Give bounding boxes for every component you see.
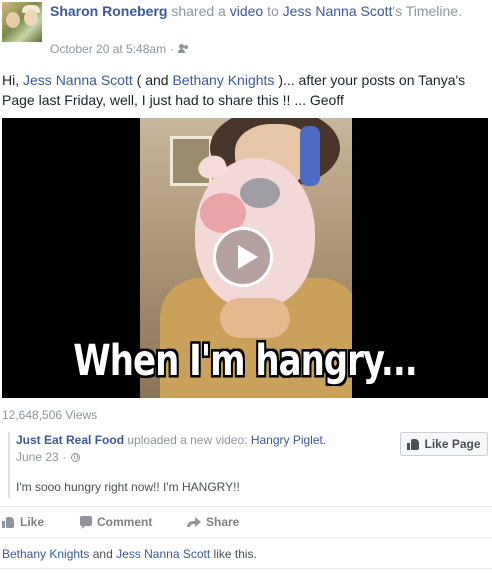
like-label: Like	[20, 515, 45, 529]
likes-summary: Bethany Knights and Jess Nanna Scott lik…	[2, 547, 257, 561]
likes-text: and	[92, 547, 113, 561]
message-greeting: Hi,	[2, 72, 20, 88]
attachment-date-link[interactable]: June 23	[16, 450, 59, 464]
action-text: shared a	[171, 3, 226, 19]
shared-attachment: Just Eat Real Food uploaded a new video:…	[8, 432, 492, 498]
like-button[interactable]: Like	[2, 515, 44, 529]
video-player[interactable]: When I'm hangry...	[2, 118, 488, 398]
likes-text: like this.	[213, 547, 257, 561]
uploaded-text: uploaded a new video:	[127, 433, 248, 447]
liker-link[interactable]: Bethany Knights	[2, 547, 89, 561]
divider	[0, 568, 492, 569]
post-message: Hi, Jess Nanna Scott ( and Bethany Knigh…	[2, 70, 482, 110]
comment-button[interactable]: Comment	[80, 515, 152, 529]
action-bar: Like Comment Share	[0, 506, 492, 538]
liker-link[interactable]: Jess Nanna Scott	[116, 547, 210, 561]
globe-icon[interactable]	[70, 452, 80, 462]
video-link[interactable]: video	[230, 3, 263, 19]
target-suffix: 's Timeline.	[392, 3, 462, 19]
comment-label: Comment	[97, 515, 153, 529]
to-text: to	[267, 3, 279, 19]
attachment-meta: June 23 ·	[16, 450, 80, 464]
comment-icon	[80, 516, 92, 529]
like-page-label: Like Page	[424, 437, 481, 451]
timestamp-link[interactable]: October 20 at 5:48am	[50, 42, 166, 56]
attachment-headline: Just Eat Real Food uploaded a new video:…	[16, 433, 326, 447]
play-icon[interactable]	[213, 227, 273, 287]
thumb-up-icon	[2, 516, 15, 528]
view-count: 12,648,506 Views	[2, 408, 98, 422]
author-link[interactable]: Sharon Roneberg	[50, 3, 167, 19]
mention-link[interactable]: Jess Nanna Scott	[23, 72, 133, 88]
mention-link[interactable]: Bethany Knights	[172, 72, 274, 88]
target-link[interactable]: Jess Nanna Scott	[283, 3, 393, 19]
message-text: ( and	[136, 72, 169, 88]
post-headline: Sharon Roneberg shared a video to Jess N…	[50, 2, 470, 21]
page-link[interactable]: Just Eat Real Food	[16, 433, 124, 447]
post-meta: October 20 at 5:48am ·	[50, 42, 190, 56]
meta-separator: ·	[62, 450, 67, 464]
friends-icon[interactable]	[178, 44, 190, 54]
like-page-button[interactable]: Like Page	[400, 432, 488, 456]
video-caption: When I'm hangry...	[73, 336, 417, 386]
video-title-link[interactable]: Hangry Piglet.	[251, 433, 326, 447]
meta-separator: ·	[170, 42, 175, 56]
attachment-description: I'm sooo hungry right now!! I'm HANGRY!!	[16, 480, 240, 494]
thumb-up-icon	[407, 438, 420, 450]
post-header: Sharon Roneberg shared a video to Jess N…	[0, 0, 492, 58]
share-label: Share	[206, 515, 240, 529]
avatar[interactable]	[2, 2, 42, 42]
share-button[interactable]: Share	[187, 515, 239, 529]
share-icon	[187, 516, 201, 528]
